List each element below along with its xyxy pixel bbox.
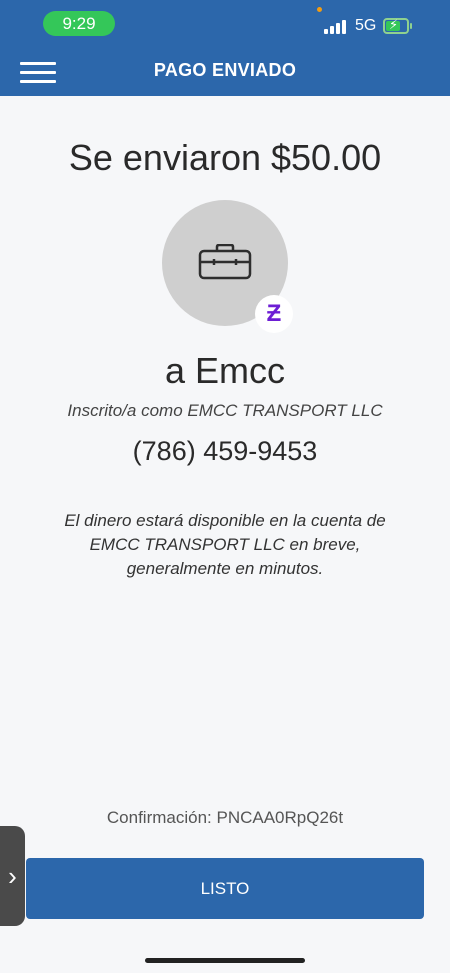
payment-sent-screen: 9:29 5G ⚡ PAGO ENVIADO Se enviaron $50.0…	[0, 0, 450, 973]
recipient-phone: (786) 459-9453	[132, 436, 318, 466]
briefcase-icon	[198, 244, 252, 280]
done-button[interactable]: LISTO	[26, 858, 424, 919]
availability-note: El dinero estará disponible en la cuenta…	[64, 511, 386, 578]
side-panel-handle[interactable]: ›	[0, 826, 25, 926]
home-indicator[interactable]	[145, 958, 305, 963]
camera-indicator-dot	[317, 7, 322, 12]
recipient-name: a Emcc	[164, 350, 286, 391]
header: 9:29 5G ⚡ PAGO ENVIADO	[0, 0, 450, 96]
battery-charging-icon: ⚡	[383, 17, 412, 34]
zelle-z-icon: Ƶ	[255, 295, 293, 333]
amount-sent-heading: Se enviaron $50.00	[68, 137, 382, 178]
page-title: PAGO ENVIADO	[153, 60, 297, 80]
confirmation-code: Confirmación: PNCAA0RpQ26t	[106, 808, 344, 827]
signal-strength-icon	[324, 18, 348, 34]
network-type: 5G	[355, 17, 377, 34]
status-time: 9:29	[43, 11, 115, 36]
enrolled-as-label: Inscrito/a como EMCC TRANSPORT LLC	[67, 401, 383, 420]
